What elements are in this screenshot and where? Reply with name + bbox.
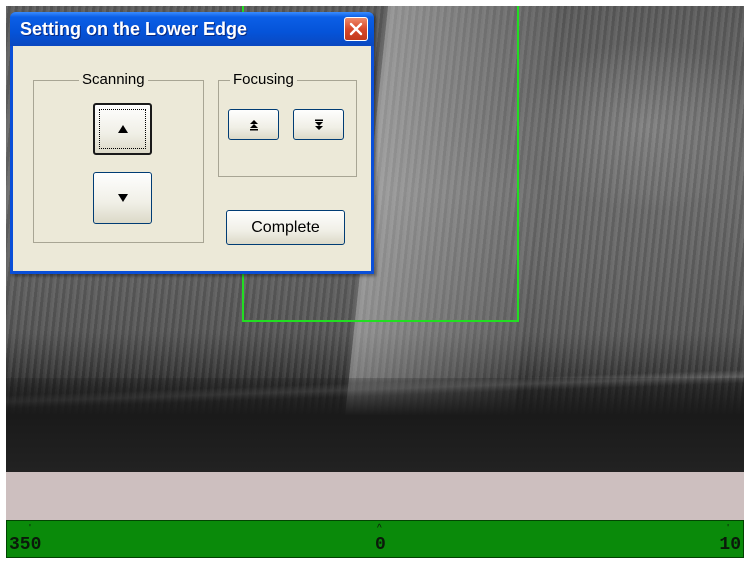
- triangle-up-icon: [117, 125, 128, 133]
- scale-label-right: 10: [719, 535, 741, 555]
- scale-tick-left: ': [29, 523, 31, 534]
- scan-down-button[interactable]: [93, 172, 152, 224]
- triangle-down-icon: [117, 194, 128, 202]
- scale-tick-right: ': [727, 523, 729, 534]
- close-button[interactable]: [344, 17, 368, 41]
- top-margin: [0, 0, 744, 6]
- complete-button[interactable]: Complete: [226, 210, 345, 245]
- scale-tick-center: ^: [377, 523, 382, 534]
- scale-label-left: 350: [9, 535, 42, 555]
- status-bar: [6, 472, 744, 520]
- focus-down-button[interactable]: [293, 109, 344, 140]
- focus-up-button[interactable]: [228, 109, 279, 140]
- scale-label-center: 0: [375, 535, 386, 555]
- focusing-group-label: Focusing: [230, 71, 297, 88]
- double-arrow-down-icon: [314, 119, 323, 130]
- lower-edge-dialog: Setting on the Lower Edge Scanning Focus…: [10, 12, 374, 274]
- scan-up-button[interactable]: [93, 103, 152, 155]
- image-dark-region: [6, 378, 744, 472]
- position-scale-bar: ' ^ ' 350 0 10: [6, 520, 744, 558]
- close-icon: [349, 22, 363, 36]
- double-arrow-up-icon: [249, 119, 258, 130]
- dialog-title: Setting on the Lower Edge: [20, 19, 248, 39]
- dialog-title-bar[interactable]: Setting on the Lower Edge: [10, 12, 374, 46]
- scanning-group-label: Scanning: [79, 71, 148, 88]
